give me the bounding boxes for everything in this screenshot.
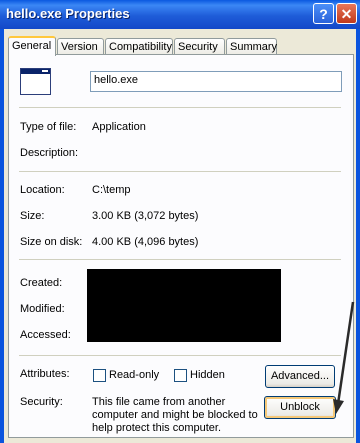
annotation-arrow (333, 301, 355, 414)
tab-general[interactable]: General (8, 36, 56, 56)
